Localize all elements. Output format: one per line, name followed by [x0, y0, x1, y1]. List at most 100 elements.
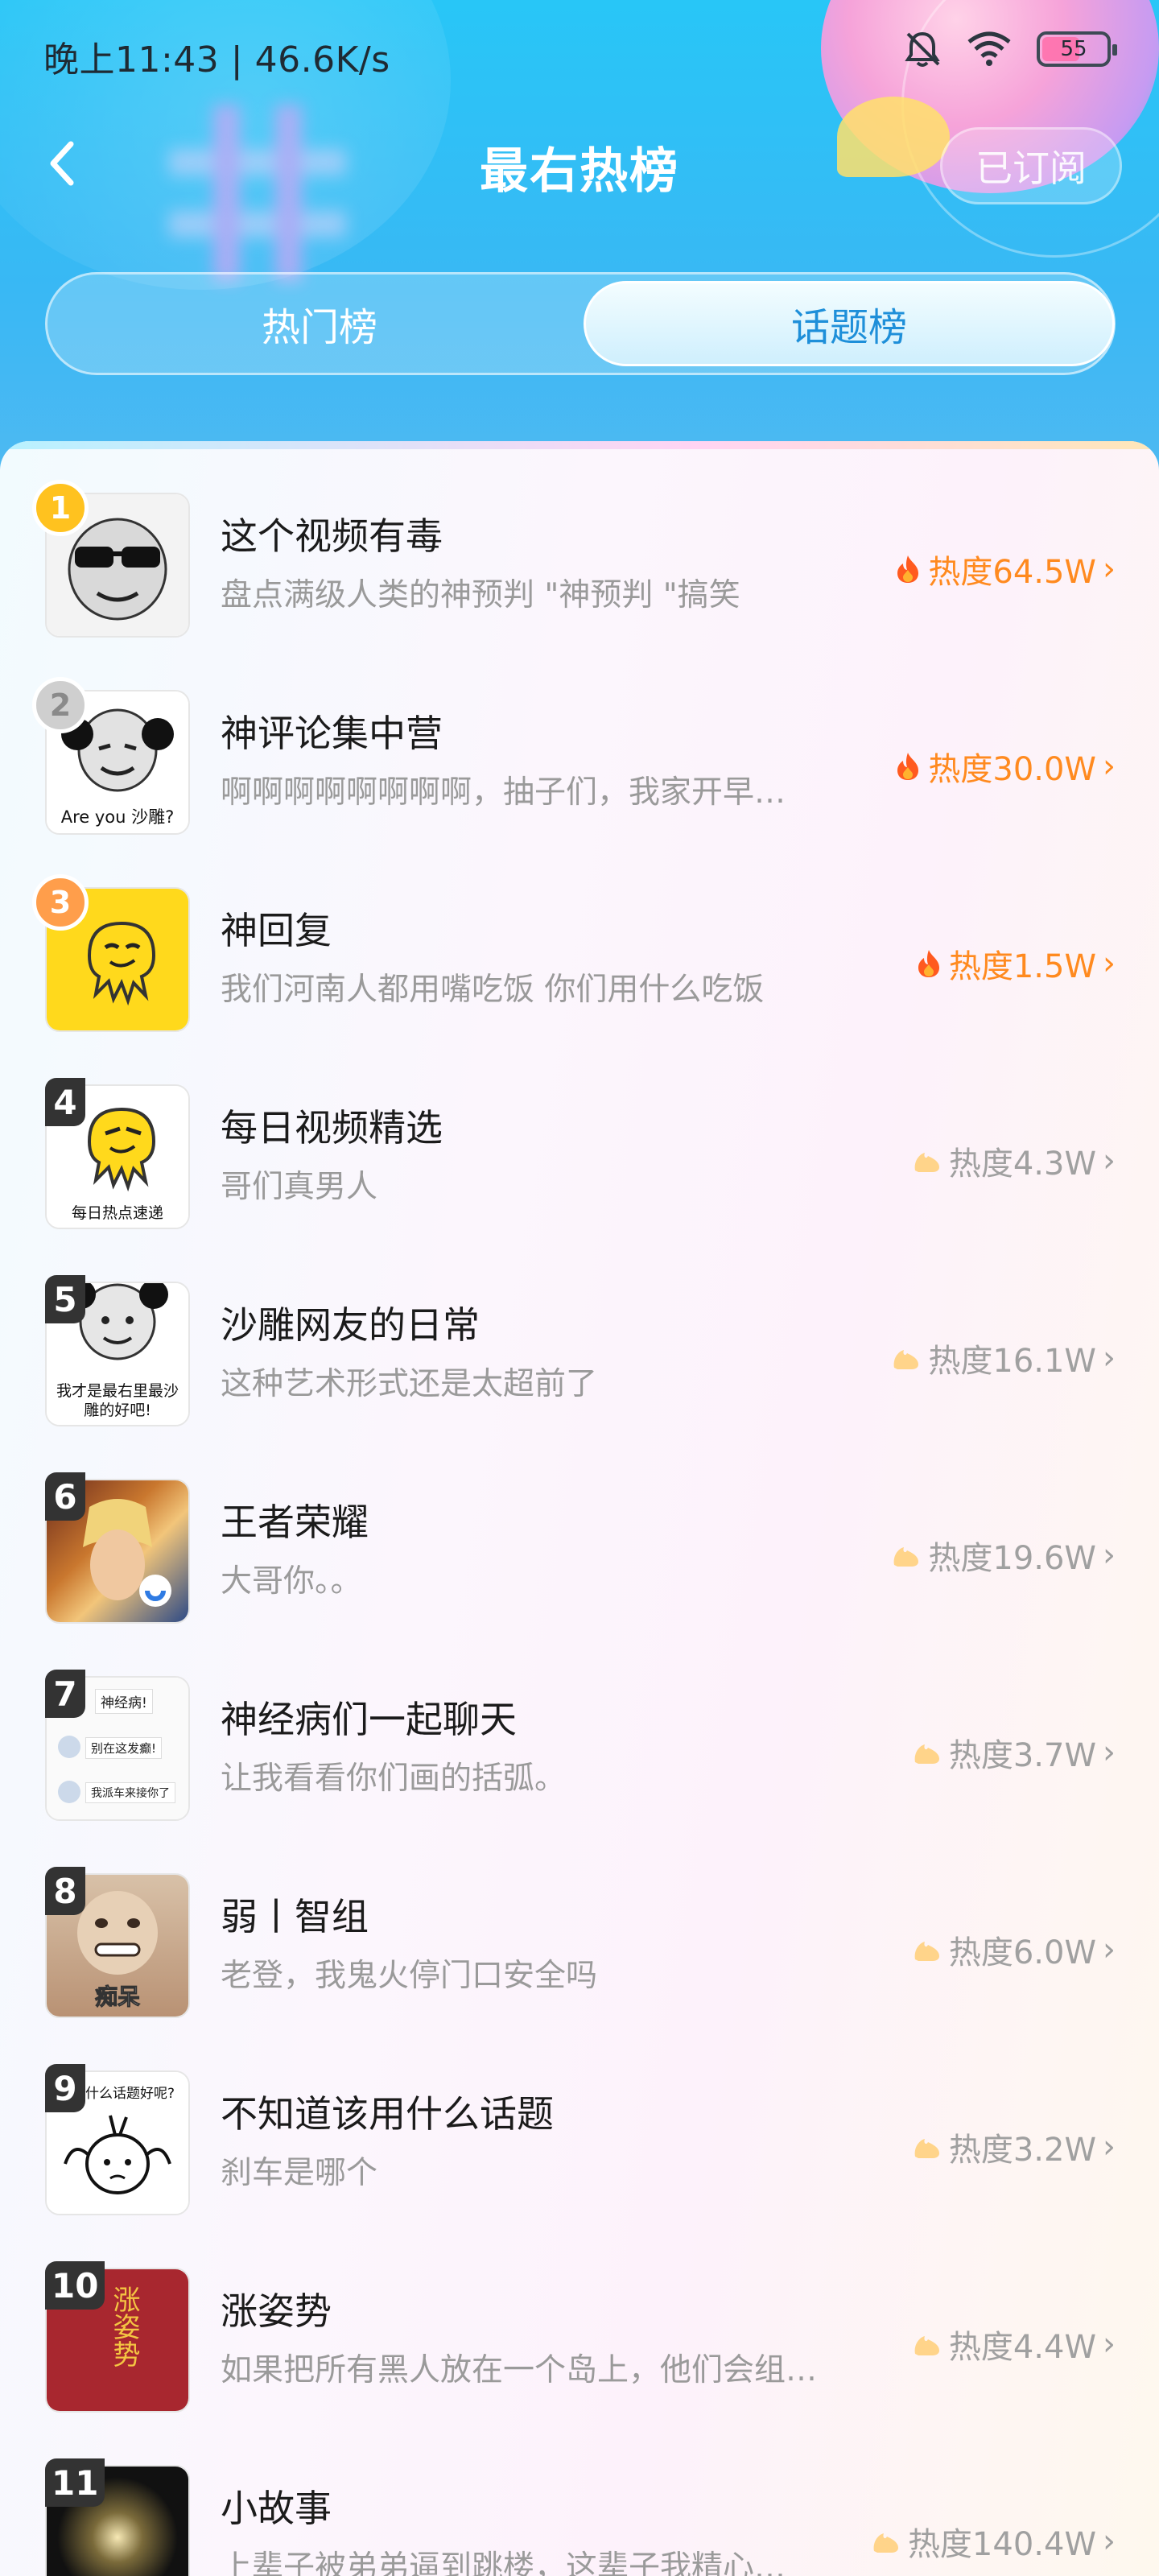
heat-value: 热度30.0W [928, 751, 1096, 788]
list-item[interactable]: 神经病! 别在这发癫! 我派车来接你了 7 神经病们一起聊天 让我看看你们画的括… [0, 1624, 1159, 1822]
chevron-right-icon: › [1103, 748, 1116, 785]
warm-fire-icon [914, 1942, 939, 1961]
subscribe-button[interactable]: 已订阅 [940, 127, 1122, 204]
warm-fire-icon [914, 1744, 939, 1764]
topic-title: 涨姿势 [221, 2289, 332, 2333]
fire-icon [897, 753, 919, 780]
topic-title: 每日视频精选 [221, 1106, 443, 1150]
list-item[interactable]: 每日热点速递 4 每日视频精选 哥们真男人 热度4.3W › [0, 1033, 1159, 1230]
list-item[interactable]: 痴呆 8 弱丨智组 老登，我鬼火停门口安全吗 热度6.0W › [0, 1822, 1159, 2019]
topic-desc: 上辈子被弟弟逼到跳楼，这辈子我精心… [221, 2549, 786, 2576]
topic-desc: 哥们真男人 [221, 1169, 378, 1205]
chat-bubble: 神经病! [95, 1689, 153, 1714]
status-icons: 55 [903, 29, 1117, 69]
chevron-right-icon: › [1103, 945, 1116, 982]
topic-title: 弱丨智组 [221, 1895, 369, 1938]
heat-indicator: 热度6.0W › [912, 1926, 1116, 1973]
chat-bubble: 别在这发癫! [85, 1737, 163, 1759]
heat-indicator: 热度4.4W › [912, 2321, 1116, 2368]
heat-indicator: 热度1.5W › [915, 940, 1116, 987]
rank-badge: 7 [45, 1670, 85, 1718]
chevron-right-icon: › [1103, 1931, 1116, 1968]
topic-desc: 啊啊啊啊啊啊啊啊，抽子们，我家开早… [221, 774, 786, 811]
rank-badge: 3 [32, 874, 89, 931]
heat-indicator: 热度140.4W › [871, 2518, 1116, 2565]
avatar [58, 1781, 80, 1803]
list-item[interactable]: 3 神回复 我们河南人都用嘴吃饭 你们用什么吃饭 热度1.5W › [0, 836, 1159, 1033]
heat-value: 热度6.0W [948, 1934, 1096, 1971]
topic-list: 1 这个视频有毒 盘点满级人类的神预判 "神预判 "搞笑 热度64.5W › A… [0, 441, 1159, 2576]
list-item[interactable]: 该用什么话题好呢? 9 不知道该用什么话题 刹车是哪个 热度3.2W › [0, 2019, 1159, 2216]
topic-title: 王者荣耀 [221, 1501, 369, 1544]
fire-icon [918, 950, 939, 977]
rank-badge: 4 [45, 1078, 85, 1126]
topic-desc: 让我看看你们画的括弧。 [221, 1761, 567, 1797]
topic-title: 神评论集中营 [221, 712, 443, 755]
heat-value: 热度3.7W [948, 1737, 1096, 1774]
warm-fire-icon [914, 1153, 939, 1172]
warm-fire-icon [893, 1350, 919, 1369]
rank-badge: 1 [32, 480, 89, 536]
rank-badge: 6 [45, 1472, 85, 1521]
chevron-right-icon: › [1103, 1142, 1116, 1179]
header: 晚上11:43 | 46.6K/s 55 最右热榜 已订阅 热门榜 话题榜 [0, 0, 1159, 483]
topic-title: 不知道该用什么话题 [221, 2092, 554, 2136]
status-time: 晚上11:43 | 46.6K/s [43, 39, 390, 80]
tab-bar: 热门榜 话题榜 [45, 272, 1116, 375]
heat-indicator: 热度64.5W › [894, 546, 1116, 592]
heat-value: 热度3.2W [948, 2132, 1096, 2169]
list-item[interactable]: 涨姿势 10 涨姿势 如果把所有黑人放在一个岛上，他们会组… 热度4.4W › [0, 2216, 1159, 2413]
list-item[interactable]: 11 小故事 上辈子被弟弟逼到跳楼，这辈子我精心… 热度140.4W › [0, 2413, 1159, 2576]
rank-badge: 11 [45, 2458, 105, 2507]
chevron-right-icon: › [1103, 2128, 1116, 2165]
list-item[interactable]: 1 这个视频有毒 盘点满级人类的神预判 "神预判 "搞笑 热度64.5W › [0, 441, 1159, 638]
thumb-caption: 痴呆 [94, 1984, 140, 2011]
list-item[interactable]: Are you 沙雕? 2 神评论集中营 啊啊啊啊啊啊啊啊，抽子们，我家开早… … [0, 638, 1159, 836]
topic-desc: 刹车是哪个 [221, 2155, 378, 2191]
heat-value: 热度64.5W [928, 554, 1096, 591]
topic-desc: 我们河南人都用嘴吃饭 你们用什么吃饭 [221, 972, 765, 1008]
tab-topic[interactable]: 话题榜 [584, 281, 1115, 366]
wifi-icon [967, 31, 1011, 66]
heat-indicator: 热度3.7W › [912, 1729, 1116, 1776]
status-bar: 晚上11:43 | 46.6K/s 55 [0, 0, 1159, 105]
chevron-right-icon: › [1103, 1340, 1116, 1377]
thumb-caption: 我才是最右里最沙雕的好吧! [56, 1382, 179, 1419]
topic-title: 神回复 [221, 909, 332, 952]
chevron-right-icon: › [1103, 551, 1116, 588]
chevron-right-icon: › [1103, 2326, 1116, 2363]
topic-desc: 如果把所有黑人放在一个岛上，他们会组… [221, 2352, 818, 2388]
chat-bubble: 我派车来接你了 [85, 1782, 175, 1803]
rank-badge: 8 [45, 1867, 85, 1915]
heat-indicator: 热度3.2W › [912, 2124, 1116, 2170]
chevron-right-icon: › [1103, 1734, 1116, 1771]
cartoon-girl-icon [64, 2115, 171, 2195]
heat-indicator: 热度16.1W › [891, 1335, 1116, 1381]
warm-fire-icon [893, 1547, 919, 1567]
heat-value: 热度16.1W [928, 1343, 1096, 1380]
topic-desc: 这种艺术形式还是太超前了 [221, 1366, 598, 1402]
fire-icon [897, 555, 919, 583]
rank-badge: 9 [45, 2064, 85, 2112]
heat-value: 热度19.6W [928, 1540, 1096, 1577]
thumb-caption: Are you 沙雕? [60, 807, 175, 827]
topic-desc: 大哥你。。 [221, 1563, 362, 1600]
thumb-caption: 每日热点速递 [71, 1204, 163, 1222]
heat-value: 热度140.4W [907, 2526, 1096, 2563]
topic-title: 小故事 [221, 2487, 332, 2530]
chevron-right-icon: › [1103, 1537, 1116, 1574]
tab-hot[interactable]: 热门榜 [54, 281, 585, 366]
rank-badge: 10 [45, 2261, 105, 2310]
list-item[interactable]: 6 王者荣耀 大哥你。。 热度19.6W › [0, 1427, 1159, 1624]
topic-title: 神经病们一起聊天 [221, 1698, 517, 1741]
topic-title: 沙雕网友的日常 [221, 1303, 480, 1347]
list-item[interactable]: 我才是最右里最沙雕的好吧! 5 沙雕网友的日常 这种艺术形式还是太超前了 热度1… [0, 1230, 1159, 1427]
topic-title: 这个视频有毒 [221, 514, 443, 558]
warm-fire-icon [873, 2533, 898, 2553]
battery-icon: 55 [1037, 31, 1117, 67]
warm-fire-icon [914, 2336, 939, 2355]
bell-off-icon [905, 31, 940, 67]
heat-value: 热度1.5W [948, 948, 1096, 985]
rank-badge: 2 [32, 677, 89, 733]
heat-indicator: 热度4.3W › [912, 1137, 1116, 1184]
